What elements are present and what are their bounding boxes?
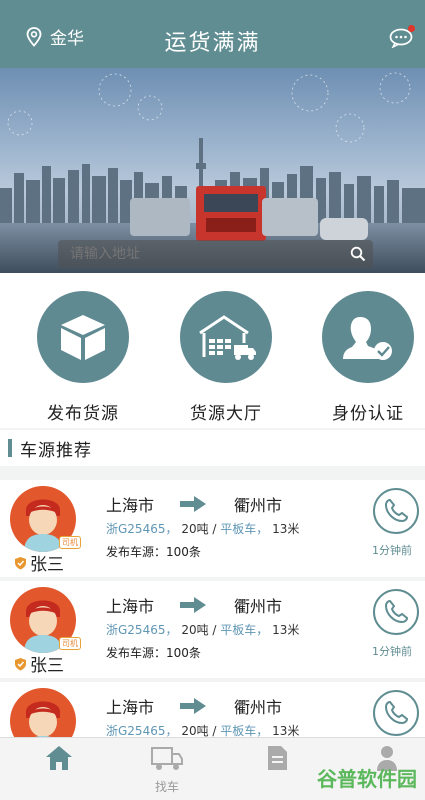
- verified-shield-icon: [15, 657, 26, 670]
- published-count: 发布车源：100条: [106, 545, 201, 559]
- truck-info: 浙G25465， 20吨 / 平板车， 13米: [106, 621, 299, 638]
- box-icon: [37, 291, 129, 383]
- truck-type: 平板车，: [220, 522, 269, 536]
- user-verified-icon: [322, 291, 414, 383]
- warehouse-truck-icon: [180, 291, 272, 383]
- phone-icon: [384, 498, 409, 523]
- quick-action-label: 身份认证: [332, 404, 404, 424]
- tab-orders[interactable]: [242, 744, 312, 778]
- search-input[interactable]: [70, 246, 343, 262]
- call-button[interactable]: [373, 488, 419, 534]
- call-button[interactable]: [373, 589, 419, 635]
- cargo-hall-button[interactable]: 货源大厅: [166, 291, 286, 424]
- destination-city: 衢州市: [234, 597, 283, 616]
- quick-action-label: 发布货源: [47, 404, 119, 424]
- list-item[interactable]: 司机 张三 上海市 衢州市 浙G25465， 20吨 / 平板车， 13米 发布…: [0, 480, 425, 577]
- role-tag: 司机: [59, 637, 81, 650]
- route: 上海市 衢州市: [106, 694, 282, 718]
- truck-icon: [151, 747, 183, 770]
- watermark-logo: 谷普软件园: [317, 767, 417, 791]
- truck-type: 平板车，: [220, 724, 269, 737]
- publish-cargo-button[interactable]: 发布货源: [23, 291, 143, 424]
- section-header: 车源推荐: [0, 430, 425, 466]
- truck-type: 平板车，: [220, 623, 269, 637]
- quick-action-label: 货源大厅: [190, 404, 262, 424]
- route: 上海市 衢州市: [106, 492, 282, 516]
- section-accent-bar: [8, 439, 12, 457]
- identity-verify-button[interactable]: 身份认证: [308, 291, 425, 424]
- list-item[interactable]: 司机 张三 上海市 衢州市 浙G25465， 20吨 / 平板车， 13米 发布…: [0, 581, 425, 678]
- app-header: 金华 运货满满: [0, 0, 425, 68]
- post-time: 1分钟前: [372, 645, 412, 658]
- truck-length: 13米: [272, 724, 300, 737]
- plate-number: 浙G25465，: [106, 724, 178, 737]
- tab-find-truck[interactable]: 找车: [132, 744, 202, 795]
- origin-city: 上海市: [106, 597, 155, 616]
- destination-city: 衢州市: [234, 496, 283, 515]
- search-icon[interactable]: [343, 246, 373, 262]
- role-tag: 司机: [59, 536, 81, 549]
- origin-city: 上海市: [106, 496, 155, 515]
- quick-actions: 发布货源 货源大厅 身份认证: [0, 273, 425, 428]
- call-button[interactable]: [373, 690, 419, 736]
- post-time: 1分钟前: [372, 544, 412, 557]
- route-arrow-icon: [180, 597, 207, 613]
- phone-icon: [384, 599, 409, 624]
- avatar: [10, 688, 76, 737]
- tonnage: 20吨 /: [181, 623, 217, 637]
- origin-city: 上海市: [106, 698, 155, 717]
- route-arrow-icon: [180, 698, 207, 714]
- tab-label: 找车: [154, 780, 179, 794]
- published-count: 发布车源：100条: [106, 646, 201, 660]
- verified-shield-icon: [15, 556, 26, 569]
- route: 上海市 衢州市: [106, 593, 282, 617]
- app-title: 运货满满: [164, 31, 261, 56]
- address-search-bar[interactable]: [58, 240, 373, 268]
- plate-number: 浙G25465，: [106, 522, 178, 536]
- route-arrow-icon: [180, 496, 207, 512]
- plate-number: 浙G25465，: [106, 623, 178, 637]
- home-icon: [46, 746, 72, 770]
- section-title: 车源推荐: [20, 440, 92, 461]
- tonnage: 20吨 /: [181, 522, 217, 536]
- tab-home[interactable]: [24, 744, 94, 778]
- driver-name: 张三: [14, 651, 64, 676]
- truck-length: 13米: [272, 522, 300, 536]
- truck-info: 浙G25465， 20吨 / 平板车， 13米: [106, 722, 299, 737]
- document-icon: [268, 746, 287, 770]
- list-item[interactable]: 上海市 衢州市 浙G25465， 20吨 / 平板车， 13米: [0, 682, 425, 737]
- unread-dot: [408, 25, 415, 32]
- messages-button[interactable]: [389, 25, 415, 52]
- driver-name: 张三: [14, 550, 64, 575]
- phone-icon: [384, 700, 409, 725]
- destination-city: 衢州市: [234, 698, 283, 717]
- truck-info: 浙G25465， 20吨 / 平板车， 13米: [106, 520, 299, 537]
- truck-length: 13米: [272, 623, 300, 637]
- tonnage: 20吨 /: [181, 724, 217, 737]
